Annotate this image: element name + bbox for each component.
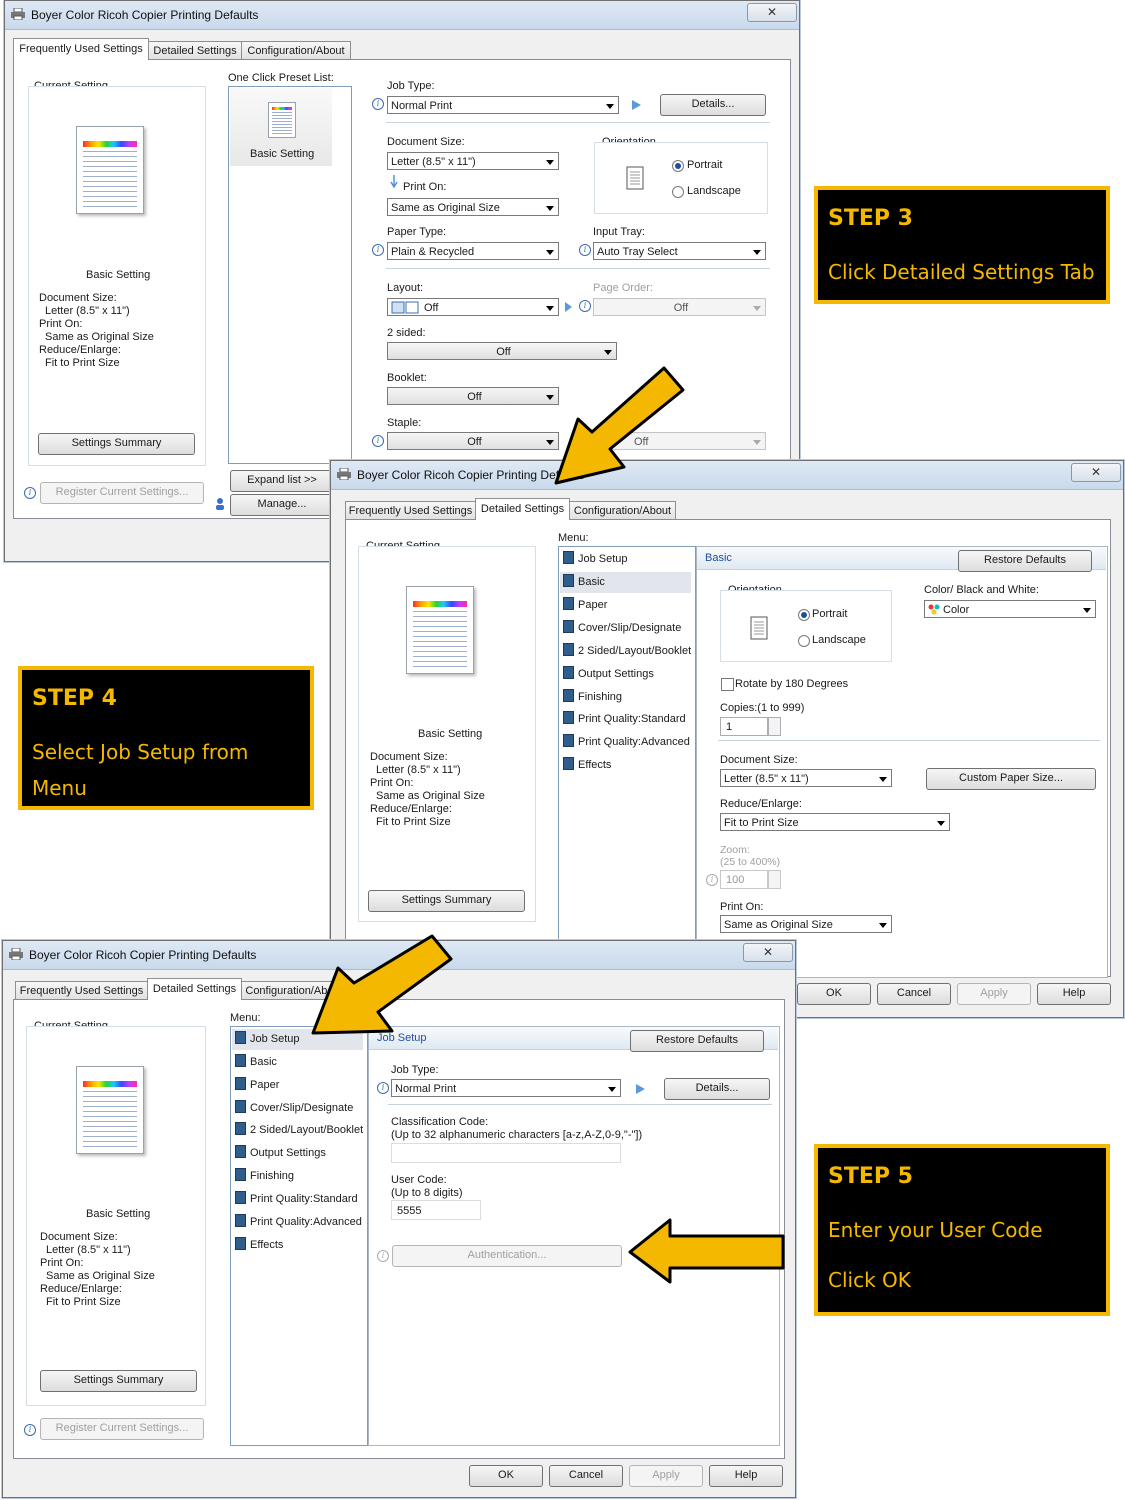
annotation-arrows <box>311 366 785 1284</box>
arrow-to-user-code-icon <box>628 1218 785 1284</box>
tab-detailed-settings[interactable]: Detailed Settings <box>147 978 242 1000</box>
tab-detailed-settings[interactable]: Detailed Settings <box>475 498 570 520</box>
arrow-to-job-setup-icon <box>311 934 453 1035</box>
tab-frequently-used[interactable]: Frequently Used Settings <box>13 38 149 60</box>
arrow-to-detailed-tab-icon <box>554 366 685 485</box>
